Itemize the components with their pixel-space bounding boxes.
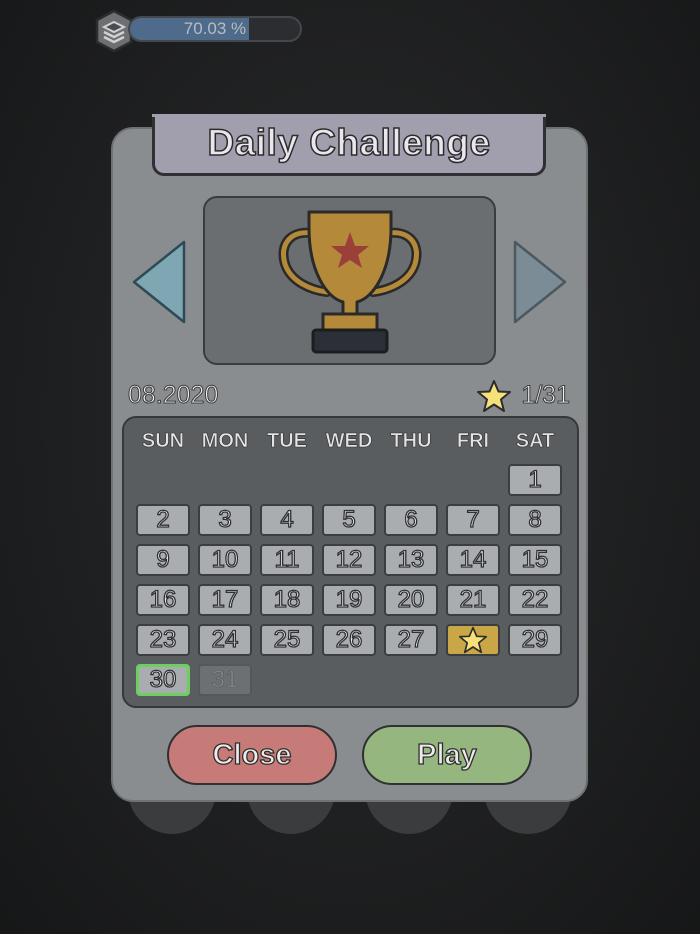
calendar-day-6[interactable]: 6 <box>384 504 438 536</box>
calendar-day-2[interactable]: 2 <box>136 504 190 536</box>
weekday-fri: FRI <box>456 430 490 453</box>
trophy-icon <box>278 210 422 354</box>
calendar-day-26[interactable]: 26 <box>322 624 376 656</box>
calendar-day-10[interactable]: 10 <box>198 544 252 576</box>
weekday-mon: MON <box>201 430 249 453</box>
calendar-day-7[interactable]: 7 <box>446 504 500 536</box>
progress-bar: 70.03 % <box>128 16 302 42</box>
calendar-day-19[interactable]: 19 <box>322 584 376 616</box>
calendar-day-27[interactable]: 27 <box>384 624 438 656</box>
progress-text: 70.03 % <box>183 19 247 38</box>
calendar-day-12[interactable]: 12 <box>322 544 376 576</box>
star-icon <box>477 380 511 412</box>
calendar-day-17[interactable]: 17 <box>198 584 252 616</box>
calendar-day-16[interactable]: 16 <box>136 584 190 616</box>
completed-star-icon <box>459 626 487 654</box>
calendar-day-11[interactable]: 11 <box>260 544 314 576</box>
calendar-day-15[interactable]: 15 <box>508 544 562 576</box>
calendar-day-5[interactable]: 5 <box>322 504 376 536</box>
calendar-day-18[interactable]: 18 <box>260 584 314 616</box>
challenge-score: 1/31 <box>521 381 571 410</box>
calendar-day-22[interactable]: 22 <box>508 584 562 616</box>
weekday-sat: SAT <box>515 430 555 453</box>
close-button[interactable]: Close <box>167 725 337 785</box>
calendar-day-29[interactable]: 29 <box>508 624 562 656</box>
trophy-panel <box>203 196 496 365</box>
weekday-tue: TUE <box>267 430 308 453</box>
calendar-day-31: 31 <box>198 664 252 696</box>
calendar-day-20[interactable]: 20 <box>384 584 438 616</box>
calendar-day-3[interactable]: 3 <box>198 504 252 536</box>
weekday-thu: THU <box>390 430 432 453</box>
month-label: 08.2020 <box>127 381 219 410</box>
calendar-day-4[interactable]: 4 <box>260 504 314 536</box>
calendar-day-23[interactable]: 23 <box>136 624 190 656</box>
calendar-day-25[interactable]: 25 <box>260 624 314 656</box>
weekday-wed: WED <box>325 430 373 453</box>
calendar-day-30[interactable]: 30 <box>136 664 190 696</box>
calendar-day-24[interactable]: 24 <box>198 624 252 656</box>
play-button[interactable]: Play <box>362 725 532 785</box>
calendar-day-9[interactable]: 9 <box>136 544 190 576</box>
arrow-right-icon[interactable] <box>513 240 569 324</box>
dialog-title-bar: Daily Challenge <box>152 114 546 176</box>
weekday-sun: SUN <box>141 430 185 453</box>
calendar-day-8[interactable]: 8 <box>508 504 562 536</box>
calendar-day-21[interactable]: 21 <box>446 584 500 616</box>
calendar-day-28[interactable] <box>446 624 500 656</box>
calendar-day-14[interactable]: 14 <box>446 544 500 576</box>
calendar-day-13[interactable]: 13 <box>384 544 438 576</box>
calendar-day-1[interactable]: 1 <box>508 464 562 496</box>
arrow-left-icon[interactable] <box>130 240 186 324</box>
dialog-title: Daily Challenge <box>207 121 491 164</box>
